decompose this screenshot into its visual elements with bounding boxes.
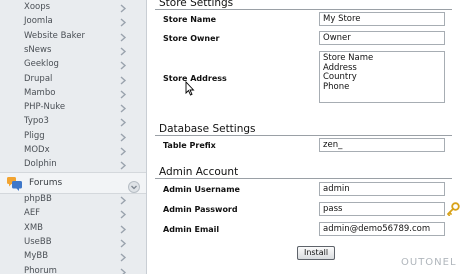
chevron-right-icon xyxy=(119,225,127,234)
sidebar-item-label: sNews xyxy=(24,44,52,55)
sidebar-item-phorum[interactable]: Phorum xyxy=(0,265,146,274)
chevron-right-icon xyxy=(119,90,127,99)
section-divider xyxy=(155,9,452,10)
sidebar-item-label: Dolphin xyxy=(24,159,57,170)
store-owner-field[interactable]: Owner xyxy=(319,31,445,45)
sidebar-item-label: MyBB xyxy=(24,251,49,262)
store-address-textarea[interactable]: Store Name Address Country Phone xyxy=(319,51,445,103)
chevron-right-icon xyxy=(119,210,127,219)
install-button[interactable]: Install xyxy=(297,246,335,260)
chevron-right-icon xyxy=(119,47,127,56)
sidebar-item-mambo[interactable]: Mambo xyxy=(0,87,146,102)
chevron-right-icon xyxy=(119,118,127,127)
sidebar-item-label: Mambo xyxy=(24,87,56,98)
sidebar-item-label: Pligg xyxy=(24,130,45,141)
section-divider xyxy=(155,135,452,136)
sidebar-item-label: UseBB xyxy=(24,236,52,247)
admin-email-field[interactable]: admin@demo56789.com xyxy=(319,222,445,236)
admin-username-label: Admin Username xyxy=(163,185,240,194)
sidebar-item-label: Phorum xyxy=(24,265,57,274)
store-name-label: Store Name xyxy=(163,15,217,24)
sidebar-item-label: Website Baker xyxy=(24,30,85,41)
admin-username-field[interactable]: admin xyxy=(319,182,445,196)
sidebar-section-label: Forums xyxy=(29,178,63,188)
sidebar-item-snews[interactable]: sNews xyxy=(0,44,146,59)
chevron-right-icon xyxy=(119,104,127,113)
chevron-right-icon xyxy=(119,267,127,274)
sidebar-item-label: AEF xyxy=(24,208,41,219)
sidebar-item-drupal[interactable]: Drupal xyxy=(0,73,146,88)
sidebar-item-geeklog[interactable]: Geeklog xyxy=(0,58,146,73)
sidebar-item-php-nuke[interactable]: PHP-Nuke xyxy=(0,101,146,116)
sidebar-item-phpbb[interactable]: phpBB xyxy=(0,193,146,208)
chevron-right-icon xyxy=(119,33,127,42)
sidebar-item-label: XMB xyxy=(24,222,43,233)
chevron-right-icon xyxy=(119,239,127,248)
database-settings-heading: Database Settings xyxy=(159,123,256,135)
section-divider xyxy=(155,178,452,179)
store-owner-label: Store Owner xyxy=(163,34,220,43)
sidebar-item-mybb[interactable]: MyBB xyxy=(0,250,146,265)
sidebar-item-label: phpBB xyxy=(24,194,52,204)
sidebar-section-forums[interactable]: Forums xyxy=(0,172,146,194)
table-prefix-field[interactable]: zen_ xyxy=(319,138,445,152)
chevron-right-icon xyxy=(119,161,127,170)
sidebar-item-typo3[interactable]: Typo3 xyxy=(0,115,146,130)
sidebar: Xoops Joomla Website Baker sNews Geeklog Drup… xyxy=(0,0,147,274)
sidebar-item-label: PHP-Nuke xyxy=(24,102,66,113)
key-icon[interactable] xyxy=(446,201,460,217)
table-prefix-label: Table Prefix xyxy=(163,141,216,150)
sidebar-item-xmb[interactable]: XMB xyxy=(0,222,146,237)
chevron-right-icon xyxy=(119,4,127,13)
sidebar-item-pligg[interactable]: Pligg xyxy=(0,130,146,145)
sidebar-item-label: Drupal xyxy=(24,73,53,84)
chevron-right-icon xyxy=(119,18,127,27)
sidebar-item-website-baker[interactable]: Website Baker xyxy=(0,30,146,45)
chevron-right-icon xyxy=(119,196,127,205)
sidebar-item-label: MODx xyxy=(24,145,50,155)
chevron-right-icon xyxy=(119,133,127,142)
store-name-field[interactable]: My Store xyxy=(319,12,445,26)
admin-account-heading: Admin Account xyxy=(159,166,239,178)
sidebar-item-joomla[interactable]: Joomla xyxy=(0,15,146,30)
watermark: OUTONEL xyxy=(401,257,457,268)
forums-icon xyxy=(7,176,22,191)
sidebar-item-label: Xoops xyxy=(24,2,51,12)
admin-password-field[interactable]: pass xyxy=(319,202,445,216)
mouse-cursor-icon xyxy=(185,80,195,96)
chevron-right-icon xyxy=(119,147,127,156)
admin-email-label: Admin Email xyxy=(163,225,220,234)
sidebar-item-label: Typo3 xyxy=(24,116,49,127)
sidebar-item-label: Geeklog xyxy=(24,59,59,70)
chevron-right-icon xyxy=(119,75,127,85)
sidebar-item-label: Joomla xyxy=(24,16,53,27)
chevron-right-icon xyxy=(119,61,127,70)
sidebar-item-aef[interactable]: AEF xyxy=(0,207,146,222)
chevron-down-icon[interactable] xyxy=(128,178,140,193)
store-settings-heading: Store Settings xyxy=(159,0,234,9)
sidebar-item-xoops[interactable]: Xoops xyxy=(0,1,146,16)
chevron-right-icon xyxy=(119,253,127,262)
sidebar-item-modx[interactable]: MODx xyxy=(0,144,146,159)
install-form: Store Settings Store Name My Store Store… xyxy=(148,0,474,274)
sidebar-item-usebb[interactable]: UseBB xyxy=(0,236,146,251)
admin-password-label: Admin Password xyxy=(163,205,238,214)
